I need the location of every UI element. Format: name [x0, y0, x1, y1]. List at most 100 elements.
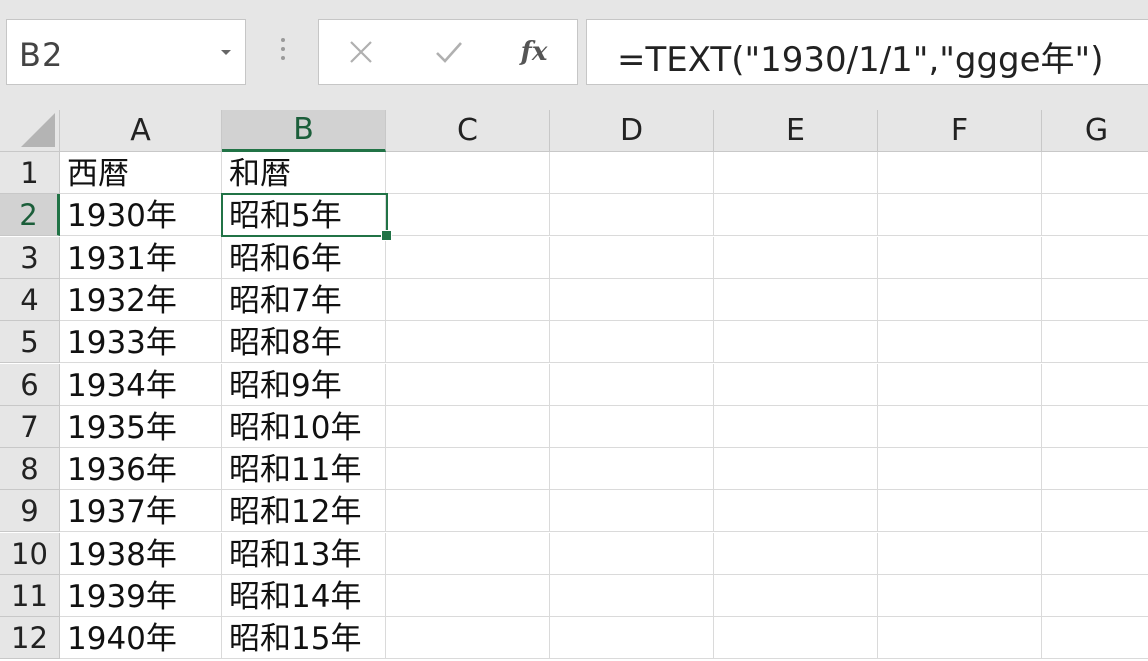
cell-f10[interactable] [878, 533, 1042, 575]
cell-g1[interactable] [1042, 152, 1148, 194]
cell-g9[interactable] [1042, 490, 1148, 532]
cell-a2[interactable]: 1930年 [60, 194, 222, 236]
cell-c12[interactable] [386, 617, 550, 659]
cell-e7[interactable] [714, 406, 878, 448]
cell-f8[interactable] [878, 448, 1042, 490]
cell-b4[interactable]: 昭和7年 [222, 279, 386, 321]
cell-e8[interactable] [714, 448, 878, 490]
cell-b9[interactable]: 昭和12年 [222, 490, 386, 532]
cell-e1[interactable] [714, 152, 878, 194]
cell-e10[interactable] [714, 533, 878, 575]
cell-f11[interactable] [878, 575, 1042, 617]
cell-e5[interactable] [714, 321, 878, 363]
cell-d5[interactable] [550, 321, 714, 363]
cell-e6[interactable] [714, 364, 878, 406]
cell-d10[interactable] [550, 533, 714, 575]
cell-f6[interactable] [878, 364, 1042, 406]
column-header-a[interactable]: A [60, 110, 222, 152]
fx-icon[interactable]: fx [509, 30, 559, 74]
row-header-4[interactable]: 4 [0, 279, 60, 321]
cell-g12[interactable] [1042, 617, 1148, 659]
column-header-c[interactable]: C [386, 110, 550, 152]
cell-f9[interactable] [878, 490, 1042, 532]
cell-g11[interactable] [1042, 575, 1148, 617]
more-vertical-icon[interactable] [280, 38, 286, 65]
cell-b12[interactable]: 昭和15年 [222, 617, 386, 659]
select-all-button[interactable] [0, 110, 60, 152]
cell-d3[interactable] [550, 237, 714, 279]
cell-b8[interactable]: 昭和11年 [222, 448, 386, 490]
cell-d9[interactable] [550, 490, 714, 532]
column-header-d[interactable]: D [550, 110, 714, 152]
cell-b3[interactable]: 昭和6年 [222, 237, 386, 279]
formula-input[interactable]: =TEXT("1930/1/1","ggge年") [586, 19, 1148, 85]
cell-a12[interactable]: 1940年 [60, 617, 222, 659]
cell-g2[interactable] [1042, 194, 1148, 236]
check-icon[interactable] [427, 30, 471, 74]
row-header-3[interactable]: 3 [0, 237, 60, 279]
cell-c10[interactable] [386, 533, 550, 575]
name-box[interactable]: B2 [6, 19, 246, 85]
cell-d6[interactable] [550, 364, 714, 406]
row-header-11[interactable]: 11 [0, 575, 60, 617]
cell-b10[interactable]: 昭和13年 [222, 533, 386, 575]
cell-d8[interactable] [550, 448, 714, 490]
cell-a9[interactable]: 1937年 [60, 490, 222, 532]
cell-c4[interactable] [386, 279, 550, 321]
cell-a7[interactable]: 1935年 [60, 406, 222, 448]
cell-f7[interactable] [878, 406, 1042, 448]
cell-c3[interactable] [386, 237, 550, 279]
cell-b5[interactable]: 昭和8年 [222, 321, 386, 363]
cell-d2[interactable] [550, 194, 714, 236]
cell-a11[interactable]: 1939年 [60, 575, 222, 617]
cell-c9[interactable] [386, 490, 550, 532]
cell-e2[interactable] [714, 194, 878, 236]
cell-d12[interactable] [550, 617, 714, 659]
cell-b7[interactable]: 昭和10年 [222, 406, 386, 448]
cell-d1[interactable] [550, 152, 714, 194]
cell-a10[interactable]: 1938年 [60, 533, 222, 575]
row-header-9[interactable]: 9 [0, 490, 60, 532]
cell-g5[interactable] [1042, 321, 1148, 363]
cell-f4[interactable] [878, 279, 1042, 321]
cell-b2[interactable]: 昭和5年 [222, 194, 386, 236]
cell-c11[interactable] [386, 575, 550, 617]
cell-e4[interactable] [714, 279, 878, 321]
column-header-e[interactable]: E [714, 110, 878, 152]
cell-f2[interactable] [878, 194, 1042, 236]
cell-a1[interactable]: 西暦 [60, 152, 222, 194]
fill-handle[interactable] [381, 230, 392, 241]
cell-g7[interactable] [1042, 406, 1148, 448]
cell-g6[interactable] [1042, 364, 1148, 406]
cell-a8[interactable]: 1936年 [60, 448, 222, 490]
cell-f12[interactable] [878, 617, 1042, 659]
cell-g4[interactable] [1042, 279, 1148, 321]
row-header-6[interactable]: 6 [0, 364, 60, 406]
cell-d7[interactable] [550, 406, 714, 448]
row-header-5[interactable]: 5 [0, 321, 60, 363]
cell-f3[interactable] [878, 237, 1042, 279]
close-icon[interactable] [341, 30, 381, 74]
cell-a5[interactable]: 1933年 [60, 321, 222, 363]
row-header-10[interactable]: 10 [0, 533, 60, 575]
cell-b11[interactable]: 昭和14年 [222, 575, 386, 617]
chevron-down-icon[interactable] [221, 50, 231, 55]
cell-a3[interactable]: 1931年 [60, 237, 222, 279]
cell-e12[interactable] [714, 617, 878, 659]
cell-c6[interactable] [386, 364, 550, 406]
row-header-1[interactable]: 1 [0, 152, 60, 194]
cell-d4[interactable] [550, 279, 714, 321]
cell-e3[interactable] [714, 237, 878, 279]
cell-c7[interactable] [386, 406, 550, 448]
cell-e11[interactable] [714, 575, 878, 617]
cell-f5[interactable] [878, 321, 1042, 363]
row-header-7[interactable]: 7 [0, 406, 60, 448]
cell-c1[interactable] [386, 152, 550, 194]
cell-f1[interactable] [878, 152, 1042, 194]
cell-d11[interactable] [550, 575, 714, 617]
cell-g8[interactable] [1042, 448, 1148, 490]
column-header-g[interactable]: G [1042, 110, 1148, 152]
cell-g10[interactable] [1042, 533, 1148, 575]
cell-b1[interactable]: 和暦 [222, 152, 386, 194]
cell-c5[interactable] [386, 321, 550, 363]
